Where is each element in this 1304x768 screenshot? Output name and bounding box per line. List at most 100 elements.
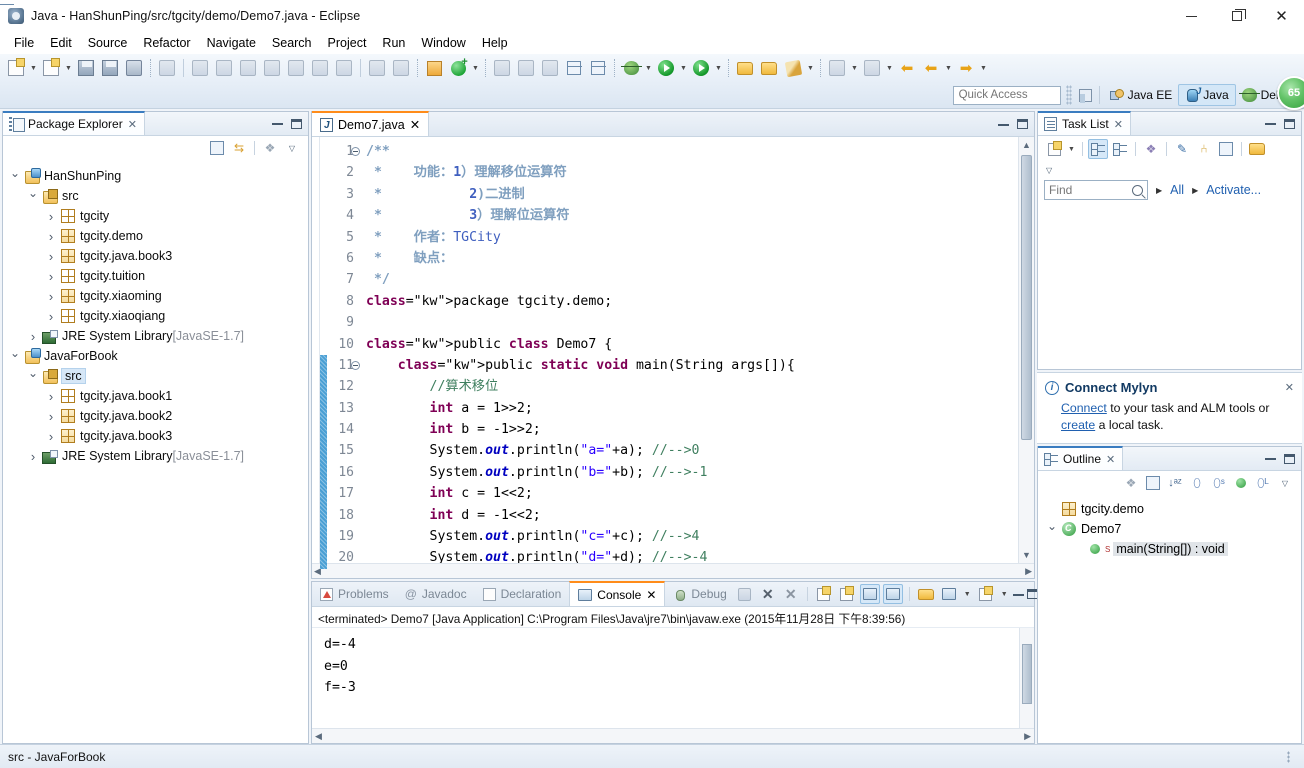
chevron-down-icon[interactable] <box>7 169 23 183</box>
tree-item[interactable]: src <box>3 186 308 206</box>
toggle-block-selection-button[interactable] <box>587 57 609 79</box>
step-into-button[interactable] <box>261 57 283 79</box>
focus-on-active-task-button[interactable]: ❖ <box>1121 473 1141 493</box>
remove-all-launches-button[interactable]: ✕ <box>781 584 801 604</box>
save-button[interactable] <box>75 57 97 79</box>
scroll-down-icon[interactable]: ▼ <box>1022 547 1031 563</box>
tab-task-list[interactable]: Task List ✕ <box>1038 111 1131 135</box>
link-with-editor-button[interactable]: ⇆ <box>229 138 249 158</box>
chevron-right-icon[interactable] <box>43 289 59 304</box>
perspective-java[interactable]: Java <box>1178 84 1236 106</box>
minimize-editor-icon[interactable] <box>998 123 1009 126</box>
scroll-lock-button[interactable] <box>837 584 857 604</box>
minimize-button[interactable] <box>1169 0 1214 32</box>
collapse-all-button[interactable] <box>207 138 227 158</box>
resume-button[interactable] <box>189 57 211 79</box>
previous-annotation-dropdown[interactable]: ▼ <box>884 57 895 79</box>
close-icon[interactable]: ✕ <box>646 588 656 602</box>
new-java-class-button[interactable] <box>40 57 62 79</box>
chevron-right-icon[interactable] <box>43 249 59 264</box>
scroll-left-icon[interactable]: ◀ <box>315 731 322 742</box>
menu-help[interactable]: Help <box>474 34 516 52</box>
new-wizard-button[interactable] <box>5 57 27 79</box>
editor-horizontal-scrollbar[interactable]: ◀ ▶ <box>312 563 1034 578</box>
open-task-button[interactable] <box>734 57 756 79</box>
minimize-view-icon[interactable] <box>272 122 283 125</box>
hide-local-types-button[interactable]: ⬯ᴸ <box>1253 473 1273 493</box>
mylyn-connect-link[interactable]: Connect <box>1061 401 1107 415</box>
menu-project[interactable]: Project <box>320 34 375 52</box>
activate-task-button[interactable] <box>782 57 804 79</box>
view-menu-button[interactable]: ▽ <box>282 138 302 158</box>
tree-item[interactable]: tgcity.xiaoqiang <box>3 306 308 326</box>
new-wizard-dropdown[interactable]: ▼ <box>28 57 39 79</box>
tree-item[interactable]: JavaForBook <box>3 346 308 366</box>
status-badge[interactable]: 65 <box>1277 76 1304 110</box>
tab-javadoc[interactable]: @ Javadoc <box>397 582 475 606</box>
print-button[interactable] <box>123 57 145 79</box>
maximize-view-icon[interactable] <box>1284 118 1295 129</box>
minimize-console-icon[interactable] <box>1012 593 1024 596</box>
categorized-presentation-button[interactable] <box>1088 139 1108 159</box>
new-task-dropdown[interactable]: ▼ <box>1066 138 1077 160</box>
perspective-java-ee[interactable]: Java EE <box>1104 84 1179 106</box>
new-task-button[interactable] <box>758 57 780 79</box>
show-console-on-output-button[interactable] <box>859 584 880 604</box>
view-menu-button[interactable]: ▽ <box>1275 473 1295 493</box>
find-input[interactable]: Find <box>1044 180 1148 200</box>
minimize-view-icon[interactable] <box>1265 457 1276 460</box>
tab-debug[interactable]: Debug <box>665 582 734 606</box>
close-icon[interactable]: ✕ <box>128 118 137 131</box>
maximize-view-icon[interactable] <box>1284 453 1295 464</box>
focus-on-active-task-button[interactable]: ❖ <box>260 138 280 158</box>
synchronize-changed-button[interactable]: ✎ <box>1172 139 1192 159</box>
next-annotation-dropdown[interactable]: ▼ <box>849 57 860 79</box>
editor-scroll-thumb[interactable] <box>1021 155 1032 440</box>
menu-edit[interactable]: Edit <box>42 34 80 52</box>
outline-item[interactable]: tgcity.demo <box>1038 499 1301 519</box>
run-dropdown[interactable]: ▼ <box>678 57 689 79</box>
open-type-button[interactable] <box>491 57 513 79</box>
display-console-dropdown[interactable]: ▼ <box>962 583 973 605</box>
minimize-view-icon[interactable] <box>1265 122 1276 125</box>
back-history-button[interactable]: ⬅ <box>920 57 942 79</box>
tab-outline[interactable]: Outline ✕ <box>1038 446 1124 470</box>
tab-demo7-java[interactable]: Demo7.java ✕ <box>312 111 430 136</box>
save-all-button[interactable] <box>99 57 121 79</box>
tree-item[interactable]: tgcity.demo <box>3 226 308 246</box>
menu-source[interactable]: Source <box>80 34 136 52</box>
menu-file[interactable]: File <box>6 34 42 52</box>
chevron-down-icon[interactable] <box>25 369 41 383</box>
menu-search[interactable]: Search <box>264 34 320 52</box>
maximize-button[interactable] <box>1214 0 1259 32</box>
hide-fields-button[interactable]: ⬯ <box>1187 473 1207 493</box>
chevron-down-icon[interactable] <box>1044 522 1060 536</box>
collapse-all-button[interactable] <box>1216 139 1236 159</box>
chevron-right-icon[interactable] <box>43 209 59 224</box>
outline-item[interactable]: Demo7 <box>1038 519 1301 539</box>
debug-dropdown[interactable]: ▼ <box>643 57 654 79</box>
focus-on-workweek-button[interactable]: ❖ <box>1141 139 1161 159</box>
forward-button[interactable]: ➡ <box>955 57 977 79</box>
open-repositories-button[interactable] <box>1247 139 1267 159</box>
back-button[interactable]: ⬅ <box>896 57 918 79</box>
scroll-right-icon[interactable]: ▶ <box>1025 566 1032 577</box>
hide-static-button[interactable]: ⬯ˢ <box>1209 473 1229 493</box>
tab-problems[interactable]: Problems <box>312 582 397 606</box>
tree-item[interactable]: tgcity.tuition <box>3 266 308 286</box>
next-annotation-button[interactable] <box>826 57 848 79</box>
toggle-breakpoint-button[interactable] <box>156 57 178 79</box>
step-over-button[interactable] <box>285 57 307 79</box>
display-selected-console-button[interactable] <box>939 584 959 604</box>
new-java-project-button[interactable] <box>423 57 445 79</box>
console-output[interactable]: d=-4 e=0 f=-3 <box>312 628 1034 728</box>
remove-launch-button[interactable]: ✕ <box>758 584 778 604</box>
new-element-button[interactable] <box>447 56 469 79</box>
tab-console[interactable]: Console ✕ <box>569 581 666 606</box>
close-icon[interactable]: ✕ <box>1285 381 1294 394</box>
console-horizontal-scrollbar[interactable]: ◀ ▶ <box>312 728 1034 743</box>
chevron-right-icon[interactable] <box>43 309 59 324</box>
tab-declaration[interactable]: Declaration <box>475 582 570 606</box>
collapse-all-button[interactable] <box>1143 473 1163 493</box>
chevron-right-icon[interactable] <box>25 329 41 344</box>
